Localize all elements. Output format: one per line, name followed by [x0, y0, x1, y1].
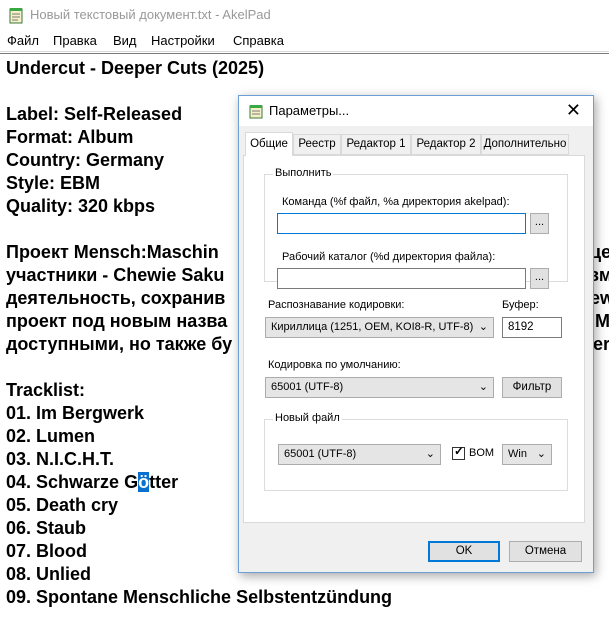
execute-group-legend: Выполнить: [273, 167, 334, 179]
editor-line: Undercut - Deeper Cuts (2025): [6, 58, 265, 78]
buffer-input[interactable]: 8192: [502, 317, 562, 338]
editor-line: Проект Mensch:Maschin: [6, 242, 219, 262]
execute-group: Выполнить Команда (%f файл, %a директори…: [264, 167, 568, 289]
editor-line: проект под новым назва: [6, 311, 228, 331]
dialog-title: Параметры...: [269, 103, 350, 118]
editor-line: 08. Unlied: [6, 564, 92, 584]
editor-line-with-selection: 04. Schwarze Götter: [6, 471, 178, 493]
new-file-group: Новый файл 65001 (UTF-8) ⌄ ✓ BOM Win ⌄: [264, 412, 568, 491]
editor-line: 01. Im Bergwerk: [6, 403, 145, 423]
tab-page-general: Выполнить Команда (%f файл, %a директори…: [243, 155, 585, 523]
chevron-down-icon: ⌄: [478, 381, 488, 393]
text-after-selection: tter: [149, 472, 179, 492]
encoding-detect-value: Кириллица (1251, OEM, KOI8-R, UTF-8): [271, 321, 474, 333]
tab-editor-2[interactable]: Редактор 2: [411, 134, 481, 155]
workdir-input[interactable]: [277, 268, 526, 289]
chevron-down-icon: ⌄: [425, 448, 435, 460]
newline-value: Win: [508, 448, 527, 460]
editor-line: Label: Self-Released: [6, 104, 183, 124]
new-file-encoding-combo[interactable]: 65001 (UTF-8) ⌄: [278, 444, 441, 465]
settings-dialog: Параметры... ✕ Общие Реестр Редактор 1 Р…: [238, 95, 594, 573]
default-encoding-value: 65001 (UTF-8): [271, 381, 344, 393]
default-encoding-label: Кодировка по умолчанию:: [268, 359, 401, 371]
window-titlebar[interactable]: Новый текстовый документ.txt - AkelPad: [0, 0, 609, 30]
buffer-label: Буфер:: [502, 299, 539, 311]
menu-file[interactable]: Файл: [7, 33, 39, 48]
editor-line: 06. Staub: [6, 518, 87, 538]
workdir-browse-button[interactable]: ...: [530, 268, 549, 289]
command-input[interactable]: [277, 213, 526, 234]
tab-advanced[interactable]: Дополнительно: [481, 134, 569, 155]
menu-view[interactable]: Вид: [113, 33, 137, 48]
encoding-detect-label: Распознавание кодировки:: [268, 299, 405, 311]
editor-line: доступными, но также бу: [6, 334, 233, 354]
new-file-encoding-value: 65001 (UTF-8): [284, 448, 357, 460]
menu-help[interactable]: Справка: [233, 33, 284, 48]
default-encoding-combo[interactable]: 65001 (UTF-8) ⌄: [265, 377, 494, 398]
editor-line: участники - Chewie Saku: [6, 265, 225, 285]
editor-line: деятельность, сохранив: [6, 288, 226, 308]
tab-general[interactable]: Общие: [245, 132, 293, 156]
newline-combo[interactable]: Win ⌄: [502, 444, 552, 465]
cancel-button[interactable]: Отмена: [509, 541, 582, 562]
editor-line: Tracklist:: [6, 380, 86, 400]
editor-line: 05. Death cry: [6, 495, 119, 515]
editor-line: Format: Album: [6, 127, 134, 147]
menu-edit[interactable]: Правка: [53, 33, 97, 48]
tab-editor-1[interactable]: Редактор 1: [341, 134, 411, 155]
filter-button[interactable]: Фильтр: [502, 377, 562, 398]
bom-checkbox[interactable]: ✓: [452, 444, 465, 460]
tab-registry[interactable]: Реестр: [293, 134, 341, 155]
editor-line: 02. Lumen: [6, 426, 96, 446]
workdir-label: Рабочий каталог (%d директория файла):: [282, 251, 496, 263]
editor-line: 03. N.I.C.H.T.: [6, 449, 115, 469]
editor-line: Country: Germany: [6, 150, 165, 170]
text-selection: ö: [138, 472, 150, 492]
checkmark-icon: ✓: [454, 444, 465, 458]
chevron-down-icon: ⌄: [478, 321, 488, 333]
notepad-icon: [249, 105, 263, 119]
notepad-icon: [9, 8, 23, 24]
bom-label: BOM: [469, 447, 495, 459]
command-browse-button[interactable]: ...: [530, 213, 549, 234]
close-icon[interactable]: ✕: [566, 101, 581, 119]
editor-line: Style: EBM: [6, 173, 101, 193]
editor-line: 09. Spontane Menschliche Selbstentzündun…: [6, 587, 393, 607]
window-title: Новый текстовый документ.txt - AkelPad: [30, 7, 271, 22]
menu-bar: Файл Правка Вид Настройки Справка: [0, 30, 609, 52]
chevron-down-icon: ⌄: [536, 448, 546, 460]
text-before-selection: 04. Schwarze G: [6, 472, 139, 492]
editor-line: Quality: 320 kbps: [6, 196, 156, 216]
ok-button[interactable]: OK: [428, 541, 500, 562]
menu-settings[interactable]: Настройки: [151, 33, 215, 48]
command-label: Команда (%f файл, %a директория akelpad)…: [282, 196, 510, 208]
editor-line: 07. Blood: [6, 541, 88, 561]
encoding-detect-combo[interactable]: Кириллица (1251, OEM, KOI8-R, UTF-8) ⌄: [265, 317, 494, 338]
new-file-group-legend: Новый файл: [273, 412, 342, 424]
dialog-titlebar[interactable]: Параметры... ✕: [239, 96, 593, 126]
